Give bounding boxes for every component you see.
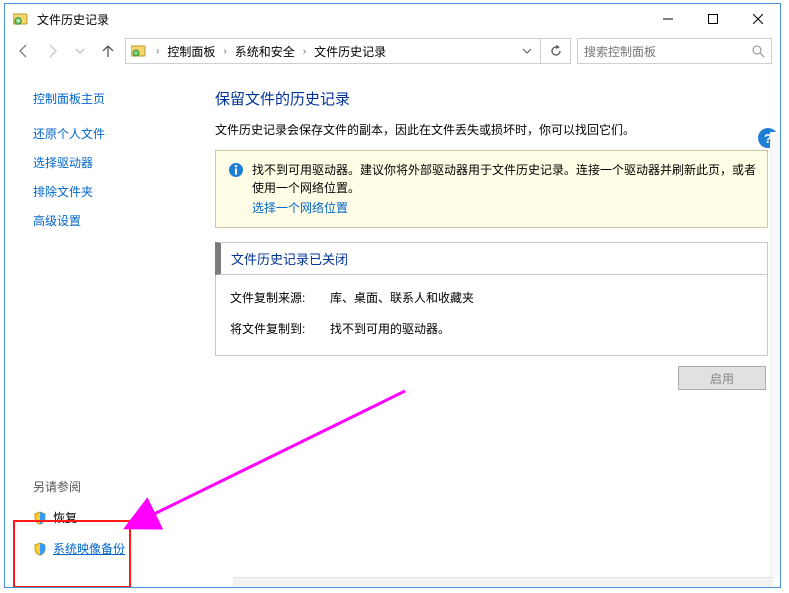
- right-edge-strip: [770, 132, 780, 577]
- close-button[interactable]: [735, 4, 780, 34]
- search-icon: [751, 44, 765, 58]
- maximize-button[interactable]: [690, 4, 735, 34]
- chevron-right-icon[interactable]: ›: [299, 46, 310, 57]
- dest-value: 找不到可用的驱动器。: [330, 320, 450, 337]
- navbar: › 控制面板 › 系统和安全 › 文件历史记录 搜索控制面板: [5, 34, 780, 72]
- source-value: 库、桌面、联系人和收藏夹: [330, 289, 474, 306]
- shield-icon: [33, 542, 47, 556]
- sidebar: 控制面板主页 还原个人文件 选择驱动器 排除文件夹 高级设置 另请参阅 恢复: [5, 72, 215, 587]
- recent-locations-button[interactable]: [69, 40, 91, 62]
- up-button[interactable]: [97, 40, 119, 62]
- address-dropdown[interactable]: [514, 39, 540, 63]
- breadcrumb-leaf[interactable]: 文件历史记录: [310, 43, 390, 60]
- chevron-right-icon[interactable]: ›: [152, 46, 163, 57]
- alert-text: 找不到可用驱动器。建议你将外部驱动器用于文件历史记录。连接一个驱动器并刷新此页，…: [252, 163, 756, 195]
- breadcrumb-mid[interactable]: 系统和安全: [231, 43, 299, 60]
- status-header: 文件历史记录已关闭: [215, 242, 768, 275]
- window: 文件历史记录: [4, 3, 781, 588]
- chevron-right-icon[interactable]: ›: [219, 46, 230, 57]
- app-icon: [13, 11, 29, 27]
- breadcrumb-root[interactable]: 控制面板: [163, 43, 219, 60]
- refresh-button[interactable]: [540, 39, 570, 63]
- page-desc: 文件历史记录会保存文件的副本，因此在文件丢失或损坏时，你可以找回它们。: [215, 121, 768, 138]
- back-button[interactable]: [13, 40, 35, 62]
- content: 保留文件的历史记录 文件历史记录会保存文件的副本，因此在文件丢失或损坏时，你可以…: [215, 72, 780, 587]
- enable-button[interactable]: 启用: [678, 366, 766, 390]
- see-also-image-backup-label: 系统映像备份: [53, 540, 125, 557]
- body: ? 控制面板主页 还原个人文件 选择驱动器 排除文件夹 高级设置 另请参阅 恢复: [5, 72, 780, 587]
- forward-button[interactable]: [41, 40, 63, 62]
- see-also-heading: 另请参阅: [33, 478, 215, 495]
- see-also-recovery[interactable]: 恢复: [33, 509, 215, 526]
- see-also-image-backup[interactable]: 系统映像备份: [33, 540, 215, 557]
- source-label: 文件复制来源:: [230, 289, 330, 306]
- address-bar[interactable]: › 控制面板 › 系统和安全 › 文件历史记录: [125, 38, 571, 64]
- alert-link[interactable]: 选择一个网络位置: [252, 199, 348, 217]
- titlebar: 文件历史记录: [5, 4, 780, 34]
- minimize-button[interactable]: [645, 4, 690, 34]
- page-heading: 保留文件的历史记录: [215, 88, 768, 109]
- status-body: 文件复制来源: 库、桌面、联系人和收藏夹 将文件复制到: 找不到可用的驱动器。: [215, 275, 768, 356]
- shield-icon: [33, 511, 47, 525]
- sidebar-item-restore[interactable]: 还原个人文件: [33, 125, 215, 142]
- bottom-edge-strip: [233, 577, 773, 587]
- sidebar-item-select-drive[interactable]: 选择驱动器: [33, 154, 215, 171]
- alert-box: 找不到可用驱动器。建议你将外部驱动器用于文件历史记录。连接一个驱动器并刷新此页，…: [215, 150, 768, 228]
- sidebar-item-exclude[interactable]: 排除文件夹: [33, 183, 215, 200]
- window-title: 文件历史记录: [37, 11, 109, 28]
- search-placeholder: 搜索控制面板: [584, 43, 751, 60]
- sidebar-home[interactable]: 控制面板主页: [33, 90, 215, 107]
- search-input[interactable]: 搜索控制面板: [577, 38, 772, 64]
- see-also-recovery-label: 恢复: [53, 509, 77, 526]
- info-icon: [228, 162, 244, 217]
- address-icon: [130, 42, 148, 60]
- dest-label: 将文件复制到:: [230, 320, 330, 337]
- sidebar-item-advanced[interactable]: 高级设置: [33, 212, 215, 229]
